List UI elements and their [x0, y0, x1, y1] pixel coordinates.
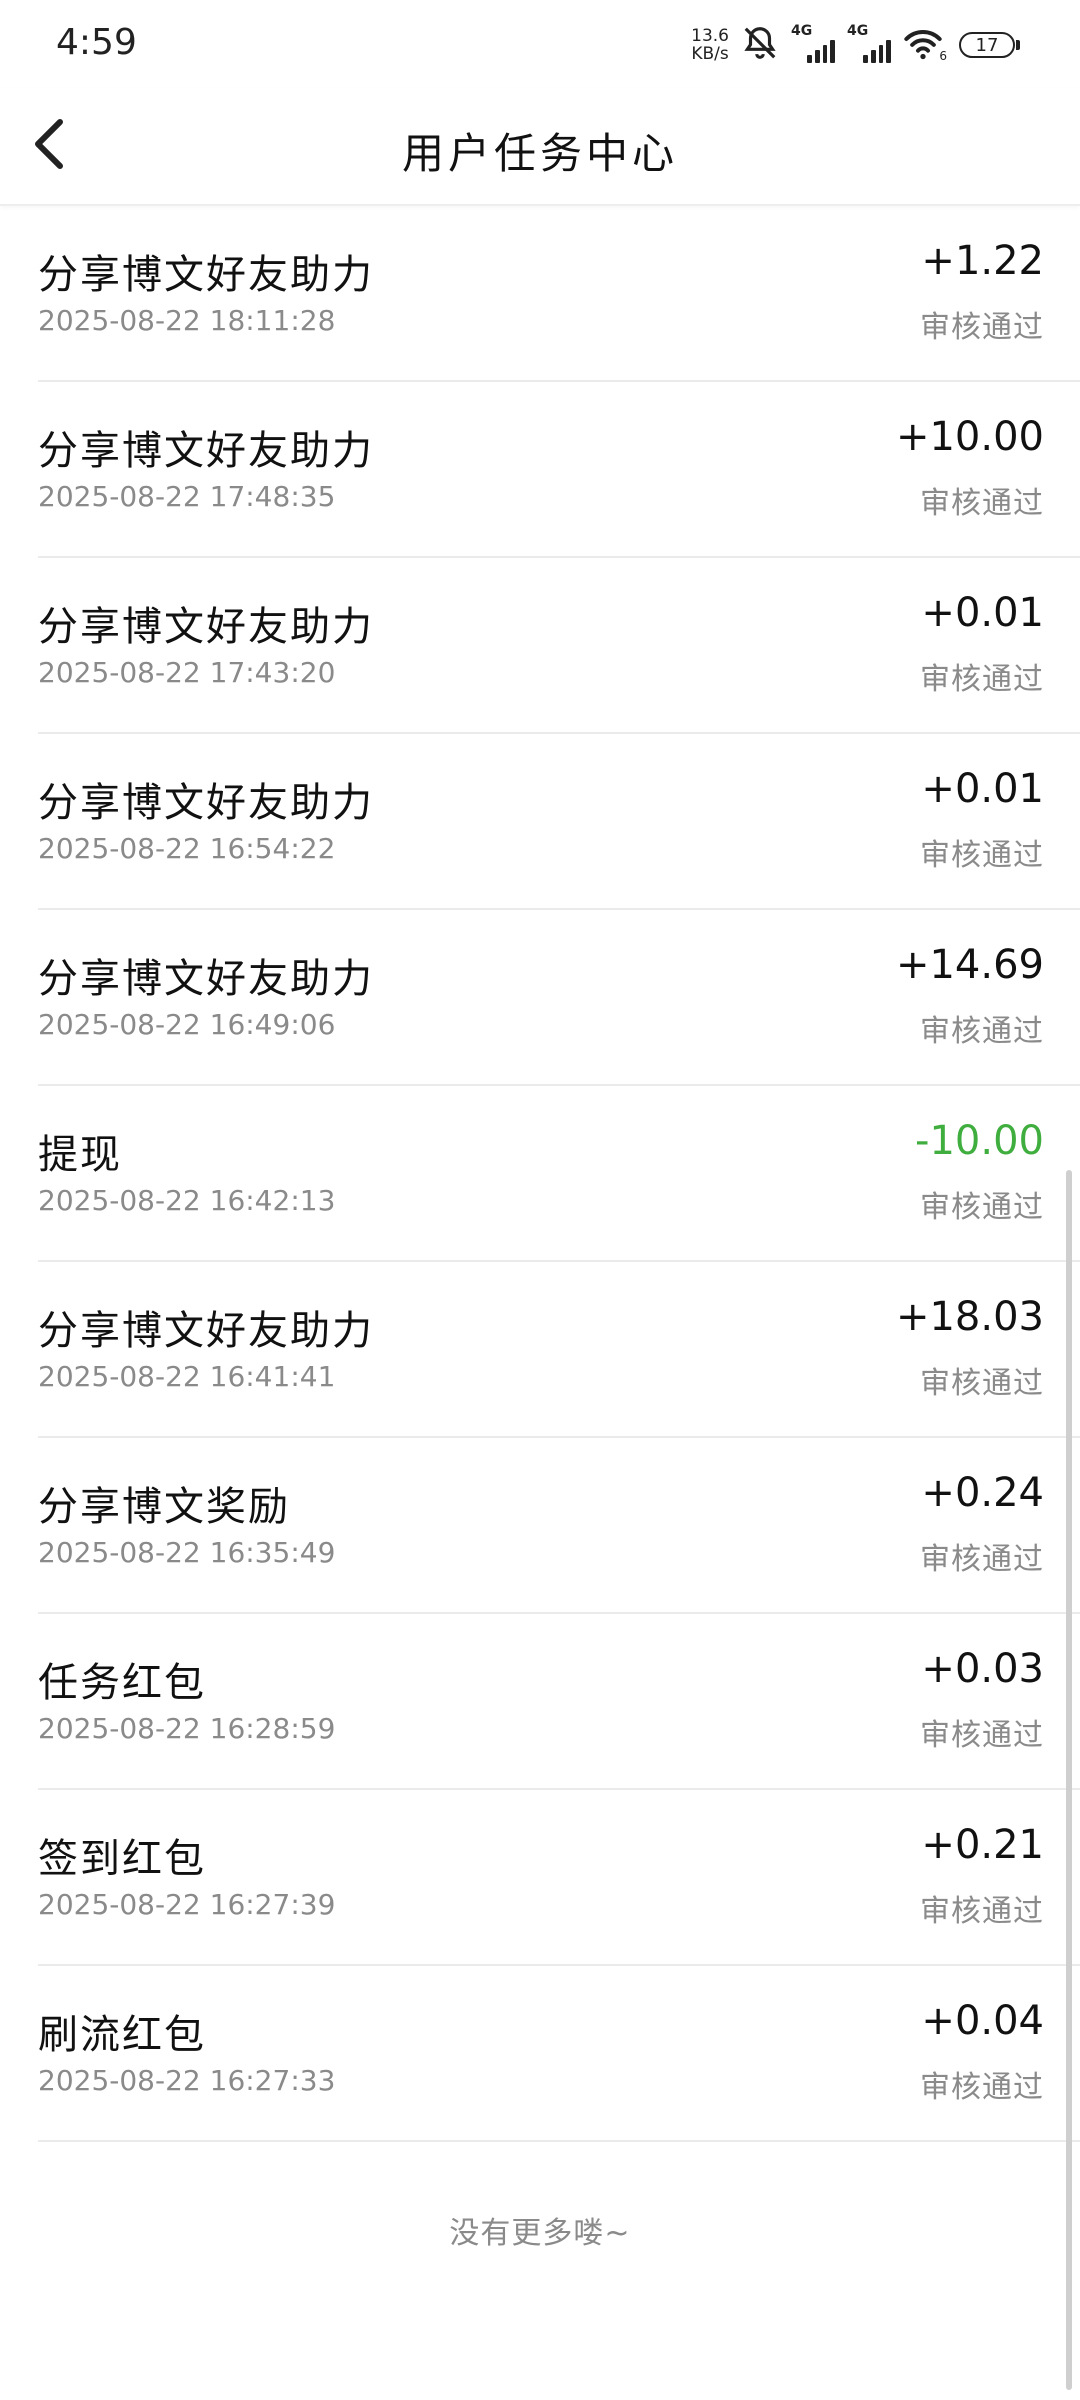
battery-icon: 17	[959, 32, 1020, 58]
record-title: 分享博文好友助力	[38, 956, 374, 1002]
record-time: 2025-08-22 18:11:28	[38, 304, 336, 337]
list-item[interactable]: 分享博文奖励 2025-08-22 16:35:49 +0.24 审核通过	[38, 1438, 1080, 1614]
network-speed-unit: KB/s	[691, 44, 729, 64]
record-title: 分享博文好友助力	[38, 428, 374, 474]
record-status: 审核通过	[920, 1190, 1044, 1225]
network-speed: 13.6 KB/s	[691, 27, 729, 63]
record-time: 2025-08-22 16:41:41	[38, 1360, 336, 1393]
record-status: 审核通过	[920, 486, 1044, 521]
record-status: 审核通过	[920, 1014, 1044, 1049]
list-item[interactable]: 分享博文好友助力 2025-08-22 16:41:41 +18.03 审核通过	[38, 1262, 1080, 1438]
list-item[interactable]: 分享博文好友助力 2025-08-22 17:48:35 +10.00 审核通过	[38, 382, 1080, 558]
record-amount: +10.00	[895, 414, 1044, 460]
record-status: 审核通过	[920, 310, 1044, 345]
record-title: 签到红包	[38, 1836, 206, 1882]
record-title: 分享博文好友助力	[38, 252, 374, 298]
status-time: 4:59	[56, 22, 137, 63]
list-item[interactable]: 分享博文好友助力 2025-08-22 17:43:20 +0.01 审核通过	[38, 558, 1080, 734]
record-status: 审核通过	[920, 1894, 1044, 1929]
status-bar: 4:59 13.6 KB/s 4G 4G 6 17	[0, 0, 1080, 88]
record-time: 2025-08-22 17:43:20	[38, 656, 336, 689]
record-time: 2025-08-22 16:28:59	[38, 1712, 336, 1745]
record-status: 审核通过	[920, 1718, 1044, 1753]
screen: 4:59 13.6 KB/s 4G 4G 6 17 用户任务中心 分享博文好友助…	[0, 0, 1080, 2400]
list-item[interactable]: 分享博文好友助力 2025-08-22 16:54:22 +0.01 审核通过	[38, 734, 1080, 910]
record-time: 2025-08-22 16:35:49	[38, 1536, 336, 1569]
record-status: 审核通过	[920, 1542, 1044, 1577]
record-time: 2025-08-22 16:54:22	[38, 832, 336, 865]
record-title: 提现	[38, 1132, 122, 1178]
record-status: 审核通过	[920, 662, 1044, 697]
record-amount: +0.01	[921, 590, 1044, 636]
status-icons: 13.6 KB/s 4G 4G 6 17	[691, 20, 1020, 70]
list-item[interactable]: 刷流红包 2025-08-22 16:27:33 +0.04 审核通过	[38, 1966, 1080, 2142]
record-time: 2025-08-22 16:27:39	[38, 1888, 336, 1921]
record-amount: +0.01	[921, 766, 1044, 812]
record-status: 审核通过	[920, 838, 1044, 873]
wifi-icon: 6	[903, 27, 947, 63]
record-status: 审核通过	[920, 1366, 1044, 1401]
list-item[interactable]: 分享博文好友助力 2025-08-22 18:11:28 +1.22 审核通过	[38, 206, 1080, 382]
list-item[interactable]: 分享博文好友助力 2025-08-22 16:49:06 +14.69 审核通过	[38, 910, 1080, 1086]
no-more-text: 没有更多喽~	[449, 2216, 631, 2251]
network-speed-value: 13.6	[691, 26, 729, 46]
record-amount: +1.22	[921, 238, 1044, 284]
record-time: 2025-08-22 17:48:35	[38, 480, 336, 513]
signal-icon: 4G	[847, 23, 891, 63]
record-title: 刷流红包	[38, 2012, 206, 2058]
record-amount: +0.04	[921, 1998, 1044, 2044]
record-title: 分享博文好友助力	[38, 604, 374, 650]
list-item[interactable]: 签到红包 2025-08-22 16:27:39 +0.21 审核通过	[38, 1790, 1080, 1966]
record-status: 审核通过	[920, 2070, 1044, 2105]
record-title: 分享博文好友助力	[38, 1308, 374, 1354]
record-title: 分享博文奖励	[38, 1484, 290, 1530]
record-amount: +0.21	[921, 1822, 1044, 1868]
wifi-label: 6	[939, 49, 947, 63]
battery-level: 17	[975, 34, 999, 56]
record-time: 2025-08-22 16:49:06	[38, 1008, 336, 1041]
record-amount: +14.69	[895, 942, 1044, 988]
sim2-label: 4G	[847, 23, 869, 39]
list-item[interactable]: 提现 2025-08-22 16:42:13 -10.00 审核通过	[38, 1086, 1080, 1262]
nav-bar: 用户任务中心	[0, 88, 1080, 206]
record-time: 2025-08-22 16:42:13	[38, 1184, 336, 1217]
page-title: 用户任务中心	[401, 129, 678, 178]
record-list: 分享博文好友助力 2025-08-22 18:11:28 +1.22 审核通过 …	[38, 206, 1080, 2142]
record-amount: +0.03	[921, 1646, 1044, 1692]
scrollbar[interactable]	[1066, 1170, 1072, 2390]
record-amount: -10.00	[915, 1118, 1044, 1164]
record-title: 分享博文好友助力	[38, 780, 374, 826]
record-amount: +0.24	[921, 1470, 1044, 1516]
signal-icon: 4G	[791, 23, 835, 63]
record-amount: +18.03	[895, 1294, 1044, 1340]
sim1-label: 4G	[791, 23, 813, 39]
list-item[interactable]: 任务红包 2025-08-22 16:28:59 +0.03 审核通过	[38, 1614, 1080, 1790]
record-time: 2025-08-22 16:27:33	[38, 2064, 336, 2097]
bell-muted-icon	[741, 24, 779, 66]
record-title: 任务红包	[38, 1660, 206, 1706]
